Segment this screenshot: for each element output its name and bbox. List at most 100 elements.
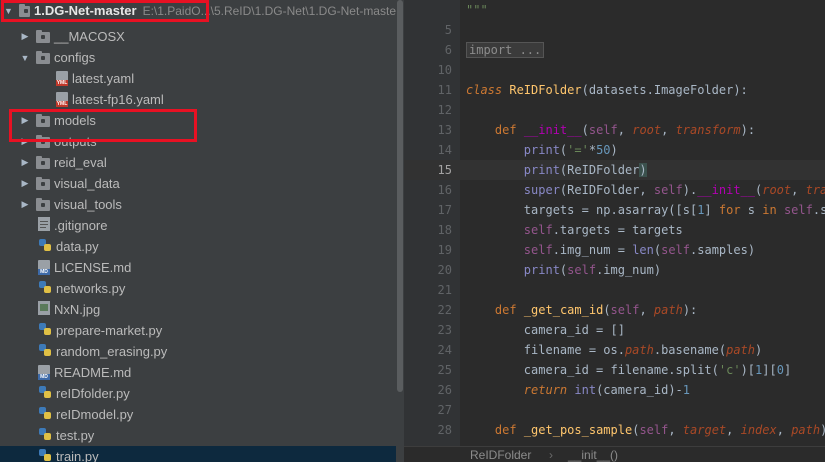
tree-item[interactable]: random_erasing.py (0, 341, 396, 362)
code-line[interactable]: 19 self.img_num = len(self.samples) (404, 240, 825, 260)
tree-item-label: .gitignore (54, 218, 108, 233)
tree-item[interactable]: data.py (0, 236, 396, 257)
tree-item-label: random_erasing.py (56, 344, 168, 359)
tree-item-label: data.py (56, 239, 99, 254)
tree-item-label: reIDmodel.py (56, 407, 134, 422)
code-line[interactable]: 21 (404, 280, 825, 300)
code-line[interactable]: 17 targets = np.asarray([s[1] for s in s… (404, 200, 825, 220)
breadcrumb-bar: ReIDFolder › __init__() (404, 446, 825, 462)
line-number: 24 (437, 343, 452, 357)
yaml-file-icon: YML (56, 92, 68, 107)
tree-item[interactable]: prepare-market.py (0, 320, 396, 341)
line-number: 28 (437, 423, 452, 437)
code-line[interactable]: 13 def __init__(self, root, transform): (404, 120, 825, 140)
tree-item-label: test.py (56, 428, 95, 443)
line-number: 23 (437, 323, 452, 337)
tree-item-label: latest.yaml (72, 71, 135, 86)
code-line[interactable]: 20 print(self.img_num) (404, 260, 825, 280)
yaml-file-icon: YML (56, 71, 68, 86)
tree-item[interactable]: test.py (0, 425, 396, 446)
folder-icon (36, 156, 50, 169)
code-line[interactable]: 12 (404, 100, 825, 120)
code-text: self.targets = targets (523, 223, 683, 237)
code-line[interactable]: """ (404, 0, 825, 20)
python-file-icon (38, 343, 52, 360)
tree-item-label: LICENSE.md (54, 260, 132, 275)
line-number: 20 (437, 263, 452, 277)
line-number: 14 (437, 143, 452, 157)
code-text: print('='*50) (523, 143, 618, 157)
tree-item[interactable]: .gitignore (0, 215, 396, 236)
code-line[interactable]: 27 (404, 400, 825, 420)
tree-item-label: __MACOSX (54, 29, 125, 44)
tree-item[interactable]: YML latest-fp16.yaml (0, 89, 396, 110)
code-line[interactable]: 14 print('='*50) (404, 140, 825, 160)
collapse-arrow-icon[interactable]: ▶ (20, 31, 30, 42)
highlight-box-root (1, 0, 209, 22)
tree-item[interactable]: ▶ __MACOSX (0, 26, 396, 47)
line-number: 10 (437, 63, 452, 77)
markdown-file-icon: MD (38, 260, 50, 275)
code-text: return int(camera_id)-1 (523, 383, 691, 397)
tree-item[interactable]: MD README.md (0, 362, 396, 383)
code-line[interactable]: 15 print(ReIDFolder) (404, 160, 825, 180)
code-line[interactable]: 28 def _get_pos_sample(self, target, ind… (404, 420, 825, 440)
code-line[interactable]: 16 super(ReIDFolder, self).__init__(root… (404, 180, 825, 200)
breadcrumb-method[interactable]: __init__() (568, 448, 618, 462)
code-line[interactable]: 25 camera_id = filename.split('c')[1][0] (404, 360, 825, 380)
code-text: filename = os.path.basename(path) (466, 343, 763, 357)
line-number: 13 (437, 123, 452, 137)
tree-item[interactable]: networks.py (0, 278, 396, 299)
code-text: def __init__(self, root, transform): (494, 123, 756, 137)
python-file-icon (38, 448, 52, 462)
code-line[interactable]: 6 import ... (404, 40, 825, 60)
tree-item-label: visual_data (54, 176, 120, 191)
collapse-arrow-icon[interactable]: ▶ (20, 199, 30, 210)
code-line[interactable]: 23 camera_id = [] (404, 320, 825, 340)
code-line[interactable]: 18 self.targets = targets (404, 220, 825, 240)
code-line[interactable]: 10 (404, 60, 825, 80)
tree-item[interactable]: train.py (0, 446, 396, 462)
collapse-arrow-icon[interactable]: ▶ (20, 178, 30, 189)
python-file-icon (38, 238, 52, 255)
tree-item[interactable]: ▶ reid_eval (0, 152, 396, 173)
text-file-icon (38, 217, 50, 234)
tree-item-label: networks.py (56, 281, 126, 296)
folder-icon (36, 198, 50, 211)
folder-icon (36, 30, 50, 43)
breadcrumb-class[interactable]: ReIDFolder (470, 448, 531, 462)
code-text: import ... (466, 40, 545, 60)
tree-item-label: reIDfolder.py (56, 386, 130, 401)
tree-item[interactable]: YML latest.yaml (0, 68, 396, 89)
code-editor[interactable]: """ 5 6 import ... 10 11 class ReIDFolder(data… (404, 0, 825, 462)
tree-item[interactable]: reIDfolder.py (0, 383, 396, 404)
expand-arrow-icon[interactable]: ▼ (20, 53, 30, 63)
project-tree-scroll-thumb[interactable] (397, 0, 403, 392)
code-line[interactable]: 22 def _get_cam_id(self, path): (404, 300, 825, 320)
code-text: print(self.img_num) (523, 263, 662, 277)
tree-item-label: prepare-market.py (56, 323, 163, 338)
code-line[interactable]: 5 (404, 20, 825, 40)
line-number: 25 (437, 363, 452, 377)
tree-item[interactable]: MD LICENSE.md (0, 257, 396, 278)
collapse-arrow-icon[interactable]: ▶ (20, 157, 30, 168)
tree-item[interactable]: NxN.jpg (0, 299, 396, 320)
folder-icon (36, 51, 50, 64)
code-line[interactable]: 24 filename = os.path.basename(path) (404, 340, 825, 360)
code-line[interactable]: 11 class ReIDFolder(datasets.ImageFolder)… (404, 80, 825, 100)
project-tree-panel: ▼ 1.DG-Net-master E:\1.PaidO...\5.ReID\1.D… (0, 0, 396, 462)
python-file-icon (38, 280, 52, 297)
code-text: self.img_num = len(self.samples) (523, 243, 756, 257)
line-number: 27 (437, 403, 452, 417)
python-file-icon (38, 427, 52, 444)
line-number: 16 (437, 183, 452, 197)
code-text: targets = np.asarray([s[1] for s in self… (466, 203, 825, 217)
tree-item[interactable]: ▶ visual_data (0, 173, 396, 194)
code-line[interactable]: 26 return int(camera_id)-1 (404, 380, 825, 400)
tree-item-label: reid_eval (54, 155, 107, 170)
tree-item-label: train.py (56, 449, 99, 462)
tree-item[interactable]: ▼ configs (0, 47, 396, 68)
line-number: 17 (437, 203, 452, 217)
tree-item[interactable]: reIDmodel.py (0, 404, 396, 425)
tree-item[interactable]: ▶ visual_tools (0, 194, 396, 215)
